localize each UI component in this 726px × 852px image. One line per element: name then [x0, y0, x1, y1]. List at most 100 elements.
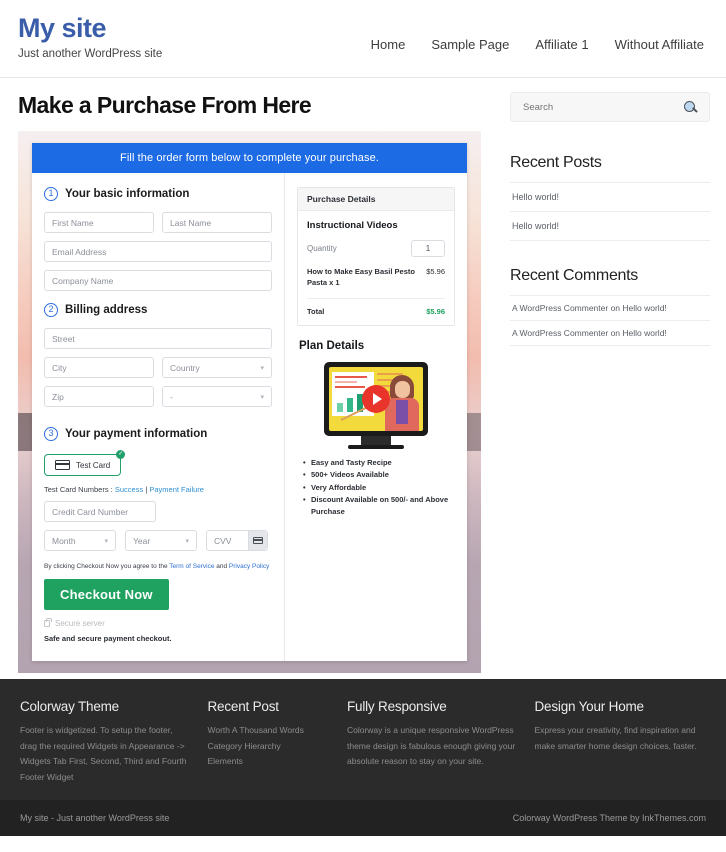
name-row: First Name Last Name [44, 212, 272, 241]
footer-columns: Colorway Theme Footer is widgetized. To … [20, 699, 706, 786]
footer-heading: Colorway Theme [20, 699, 192, 714]
city-input[interactable]: City [44, 357, 154, 378]
recent-comments-heading: Recent Comments [510, 267, 710, 285]
test-numbers-label: Test Card Numbers : [44, 485, 113, 494]
chevron-down-icon: ▾ [260, 364, 264, 372]
search-widget [510, 92, 710, 122]
order-form-background: Fill the order form below to complete yo… [18, 131, 481, 673]
zip-input[interactable]: Zip [44, 386, 154, 407]
total-price: $5.96 [426, 307, 445, 316]
video-thumbnail[interactable] [324, 362, 428, 449]
list-item[interactable]: Hello world! [510, 212, 710, 241]
primary-navigation: Home Sample Page Affiliate 1 Without Aff… [371, 10, 708, 52]
country-select-value: Country [170, 363, 200, 373]
test-card-numbers-row: Test Card Numbers : Success | Payment Fa… [44, 485, 272, 494]
footer-heading: Recent Post [208, 699, 331, 714]
last-name-input[interactable]: Last Name [162, 212, 272, 233]
zip-state-row: Zip - ▾ [44, 386, 272, 415]
step-1-label: Your basic information [65, 188, 189, 200]
year-select[interactable]: Year ▾ [125, 530, 197, 551]
search-icon[interactable] [684, 101, 697, 114]
step-3-label: Your payment information [65, 428, 207, 440]
site-title[interactable]: My site [18, 14, 162, 44]
footer-heading: Fully Responsive [347, 699, 519, 714]
list-item[interactable]: Category Hierarchy [208, 739, 331, 755]
step-1-header: 1 Your basic information [44, 187, 272, 201]
nav-item-sample-page[interactable]: Sample Page [431, 37, 509, 52]
secure-server-row: Secure server [44, 619, 272, 628]
test-failure-link[interactable]: Payment Failure [149, 485, 204, 494]
first-name-input[interactable]: First Name [44, 212, 154, 233]
monitor-stand [361, 436, 391, 445]
footer-column-fully-responsive: Fully Responsive Colorway is a unique re… [347, 699, 519, 786]
credit-card-number-input[interactable]: Credit Card Number [44, 501, 156, 522]
plan-bullet-list: Easy and Tasty Recipe 500+ Videos Availa… [297, 457, 455, 519]
site-branding: My site Just another WordPress site [18, 10, 162, 60]
check-circle-icon: ✓ [116, 450, 125, 459]
site-tagline: Just another WordPress site [18, 48, 162, 60]
recent-comments-list: A WordPress Commenter on Hello world! A … [510, 295, 710, 346]
term-of-service-link[interactable]: Term of Service [169, 563, 214, 570]
chevron-down-icon: ▾ [260, 393, 264, 401]
street-input[interactable]: Street [44, 328, 272, 349]
list-item[interactable]: A WordPress Commenter on Hello world! [510, 321, 710, 346]
safe-checkout-note: Safe and secure payment checkout. [44, 634, 272, 643]
purchase-details-body: Instructional Videos Quantity How to Mak… [298, 211, 454, 325]
plan-bullet: 500+ Videos Available [303, 469, 455, 481]
country-select[interactable]: Country ▾ [162, 357, 272, 378]
chevron-down-icon: ▾ [185, 537, 189, 545]
city-country-row: City Country ▾ [44, 357, 272, 386]
monitor-base [348, 445, 404, 449]
sub-footer: My site - Just another WordPress site Co… [0, 800, 726, 836]
lock-icon [44, 620, 50, 627]
play-button-icon[interactable] [362, 385, 390, 413]
list-item[interactable]: A WordPress Commenter on Hello world! [510, 296, 710, 321]
order-form-card: Fill the order form below to complete yo… [32, 143, 467, 661]
site-footer: Colorway Theme Footer is widgetized. To … [0, 679, 726, 800]
footer-column-recent-post: Recent Post Worth A Thousand Words Categ… [208, 699, 331, 786]
quantity-input[interactable] [411, 240, 445, 257]
expiry-cvv-row: Month ▾ Year ▾ CVV [44, 530, 272, 559]
privacy-policy-link[interactable]: Privacy Policy [229, 563, 269, 570]
state-select-value: - [170, 392, 173, 402]
footer-text: Footer is widgetized. To setup the foote… [20, 723, 192, 786]
company-input[interactable]: Company Name [44, 270, 272, 291]
total-row: Total $5.96 [307, 299, 445, 316]
checkout-now-button[interactable]: Checkout Now [44, 579, 169, 610]
terms-prefix: By clicking Checkout Now you agree to th… [44, 563, 168, 570]
monitor-frame [324, 362, 428, 436]
form-columns: 1 Your basic information First Name Last… [32, 173, 467, 661]
test-card-method-tab[interactable]: ✓ Test Card [44, 454, 121, 476]
month-select[interactable]: Month ▾ [44, 530, 116, 551]
footer-column-design-your-home: Design Your Home Express your creativity… [534, 699, 706, 786]
sub-footer-right[interactable]: Colorway WordPress Theme by InkThemes.co… [513, 813, 706, 823]
list-item[interactable]: Elements [208, 754, 331, 770]
footer-column-colorway-theme: Colorway Theme Footer is widgetized. To … [20, 699, 192, 786]
footer-text: Colorway is a unique responsive WordPres… [347, 723, 519, 770]
list-item[interactable]: Hello world! [510, 183, 710, 212]
plan-bullet: Very Affordable [303, 482, 455, 494]
sub-footer-left: My site - Just another WordPress site [20, 813, 169, 823]
test-success-link[interactable]: Success [115, 485, 143, 494]
email-input[interactable]: Email Address [44, 241, 272, 262]
cvv-card-icon [248, 531, 267, 550]
nav-item-home[interactable]: Home [371, 37, 406, 52]
footer-heading: Design Your Home [534, 699, 706, 714]
form-right-column: Purchase Details Instructional Videos Qu… [285, 173, 467, 661]
cvv-field-wrapper: CVV [206, 530, 268, 559]
state-select[interactable]: - ▾ [162, 386, 272, 407]
list-item[interactable]: Worth A Thousand Words [208, 723, 331, 739]
nav-item-affiliate-1[interactable]: Affiliate 1 [535, 37, 588, 52]
purchase-details-box: Purchase Details Instructional Videos Qu… [297, 187, 455, 326]
step-3-header: 3 Your payment information [44, 427, 272, 441]
test-separator: | [145, 485, 147, 494]
quantity-row: Quantity [307, 240, 445, 257]
step-3-number: 3 [44, 427, 58, 441]
video-screen [329, 367, 423, 431]
line-item-name: How to Make Easy Basil Pesto Pasta x 1 [307, 267, 418, 289]
page-title: Make a Purchase From Here [18, 92, 500, 119]
recent-posts-heading: Recent Posts [510, 154, 710, 172]
secure-server-label: Secure server [55, 619, 105, 628]
search-input[interactable] [523, 102, 663, 113]
nav-item-without-affiliate[interactable]: Without Affiliate [615, 37, 704, 52]
